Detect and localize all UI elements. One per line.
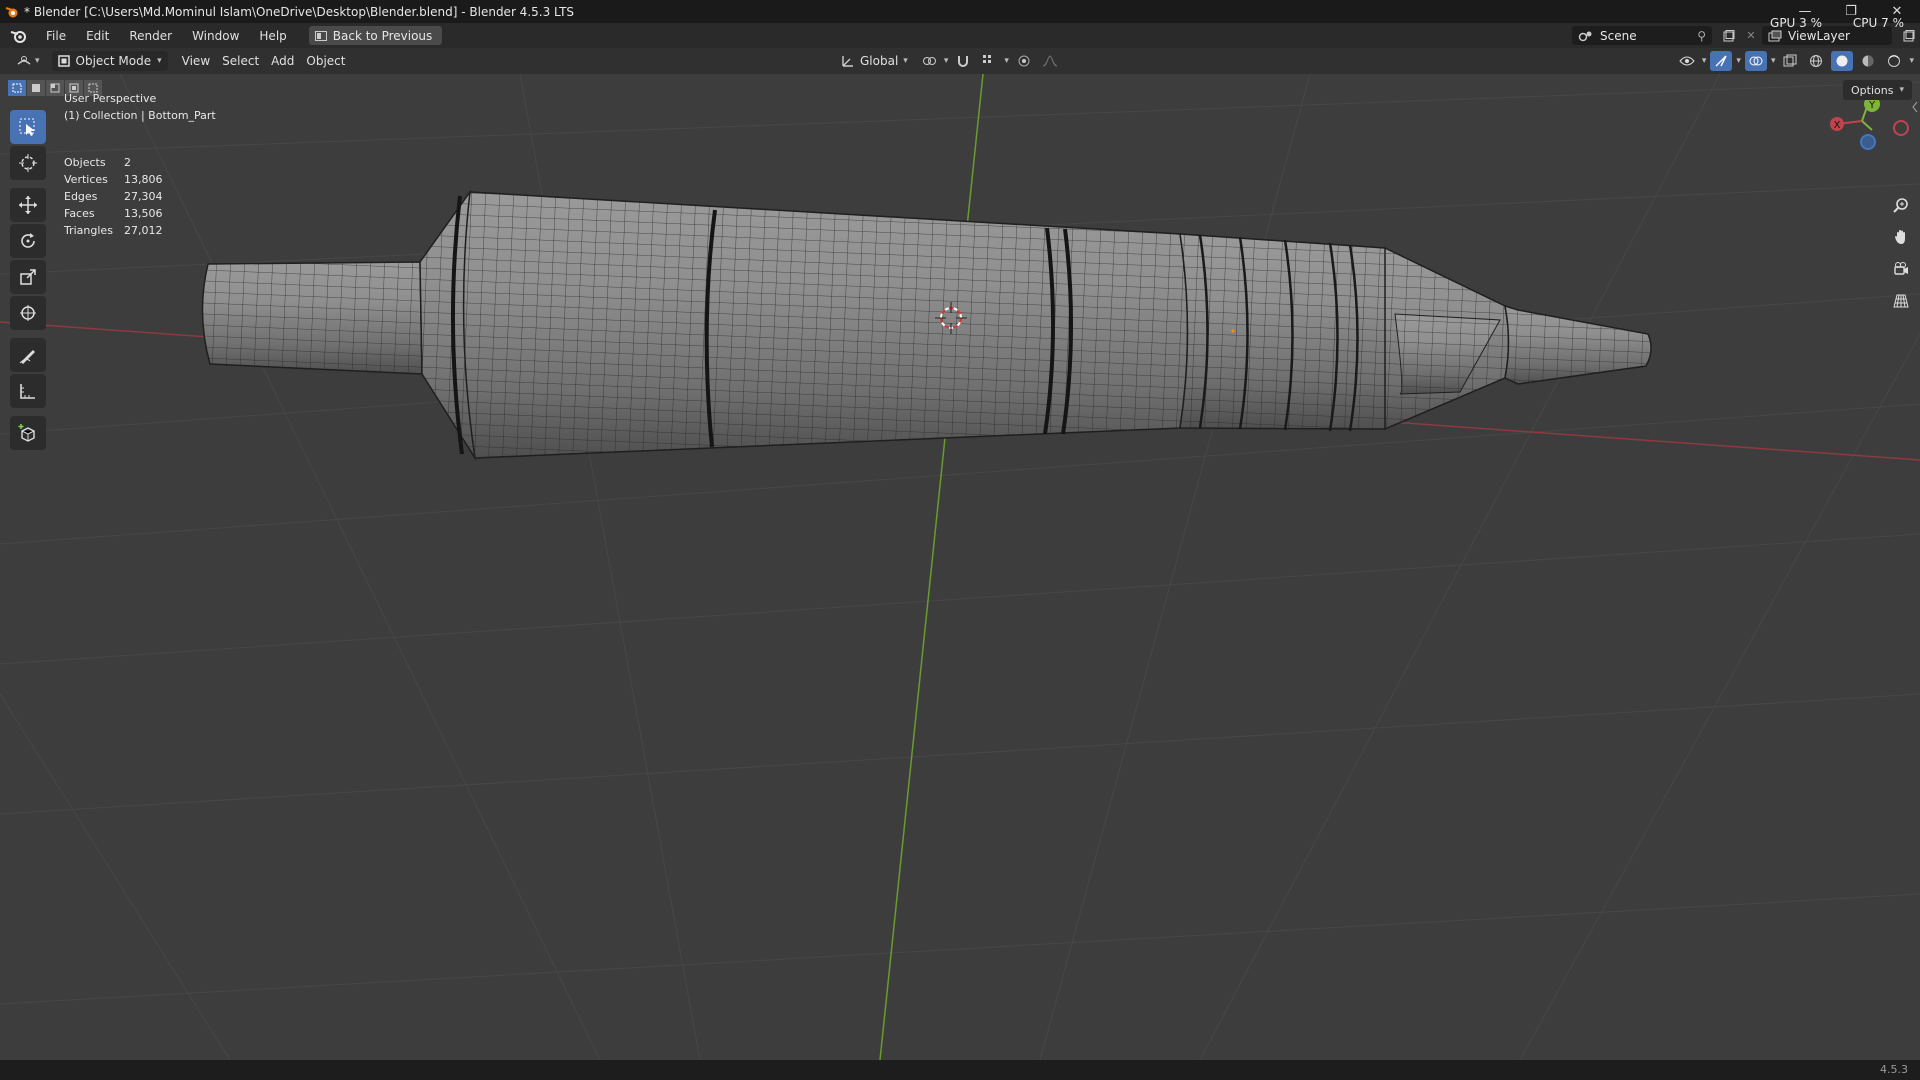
material-shading-icon[interactable]: [1857, 51, 1879, 71]
scene-icon: [1578, 31, 1592, 41]
snap-toggle-icon[interactable]: [952, 51, 974, 71]
stat-value: 2: [124, 156, 131, 169]
transform-orientation-label: Global: [860, 54, 899, 68]
status-bar: 4.5.3: [0, 1060, 1920, 1080]
stat-label: Edges: [64, 190, 98, 203]
object-origin: [1231, 329, 1235, 333]
tool-shelf: [10, 110, 46, 450]
snap-target-icon[interactable]: [978, 51, 1000, 71]
object-mode-dropdown[interactable]: Object Mode ▾: [51, 51, 168, 71]
cursor-tool[interactable]: [10, 146, 46, 180]
wireframe-shading-icon[interactable]: [1805, 51, 1827, 71]
menu-edit[interactable]: Edit: [76, 23, 119, 48]
viewport-header: ▾ Object Mode ▾ View Select Add Object G…: [0, 48, 1920, 74]
select-box-tool[interactable]: [10, 110, 46, 144]
viewport-scene: Y X: [0, 74, 1920, 1060]
gizmo-x-label: X: [1834, 120, 1841, 131]
menu-add[interactable]: Add: [265, 51, 300, 71]
options-dropdown[interactable]: Options ▾: [1843, 80, 1912, 100]
annotate-tool[interactable]: [10, 338, 46, 372]
scene-statistics: Objects 2 Vertices 13,806 Edges 27,304 Face…: [64, 154, 163, 239]
stat-value: 27,304: [124, 190, 163, 203]
chevron-down-icon: ▾: [1899, 85, 1904, 95]
back-to-previous-label: Back to Previous: [332, 28, 433, 43]
view-layer-name: ViewLayer: [1788, 28, 1850, 43]
menu-help[interactable]: Help: [249, 23, 296, 48]
falloff-icon[interactable]: [1039, 51, 1061, 71]
stat-label: Faces: [64, 207, 95, 220]
stat-label: Vertices: [64, 173, 108, 186]
camera-view-icon[interactable]: [1888, 256, 1914, 282]
pin-icon[interactable]: ⚲: [1697, 29, 1706, 43]
overlays-toggle-icon[interactable]: [1744, 51, 1767, 71]
gizmo-z-axis[interactable]: [1860, 134, 1876, 150]
gpu-usage: GPU 3 %: [1770, 16, 1822, 30]
back-icon: [314, 30, 327, 41]
object-mode-label: Object Mode: [75, 54, 152, 68]
collection-label: (1) Collection | Bottom_Part: [64, 109, 216, 122]
select-extend-icon[interactable]: [27, 80, 45, 96]
stat-label: Triangles: [64, 224, 113, 237]
stat-value: 13,806: [124, 173, 163, 186]
stat-label: Objects: [64, 156, 106, 169]
stat-value: 27,012: [124, 224, 163, 237]
pivot-point-icon[interactable]: [918, 51, 940, 71]
perspective-label: User Perspective: [64, 92, 157, 105]
blender-logo-icon: [0, 0, 24, 23]
scale-tool[interactable]: [10, 260, 46, 294]
new-scene-icon[interactable]: [1718, 26, 1740, 46]
add-cube-tool[interactable]: [10, 416, 46, 450]
gizmo-toggle-icon[interactable]: [1710, 51, 1733, 71]
options-label: Options: [1851, 83, 1894, 97]
select-new-icon[interactable]: [8, 80, 26, 96]
navigation-tools: [1888, 192, 1914, 314]
menu-window[interactable]: Window: [182, 23, 249, 48]
perspective-toggle-icon[interactable]: [1888, 288, 1914, 314]
window-title-bar: * Blender [C:\Users\Md.Mominul Islam\One…: [0, 0, 1920, 23]
scene-selector[interactable]: Scene ⚲: [1572, 26, 1712, 45]
gizmo-y-label: Y: [1868, 100, 1876, 111]
menu-file[interactable]: File: [36, 23, 76, 48]
object-mode-icon: [57, 55, 70, 67]
move-tool[interactable]: [10, 188, 46, 222]
window-title: * Blender [C:\Users\Md.Mominul Islam\One…: [24, 4, 575, 19]
rotate-tool[interactable]: [10, 224, 46, 258]
stat-value: 13,506: [124, 207, 163, 220]
blender-version: 4.5.3: [1880, 1063, 1908, 1076]
proportional-editing-icon[interactable]: [1013, 51, 1035, 71]
transform-tool[interactable]: [10, 296, 46, 330]
zoom-icon[interactable]: [1888, 192, 1914, 218]
menu-select[interactable]: Select: [216, 51, 265, 71]
navigation-gizmo[interactable]: Y X: [1830, 96, 1909, 150]
view-layer-icon: [1768, 30, 1782, 41]
xray-toggle-icon[interactable]: [1779, 51, 1801, 71]
delete-scene-icon[interactable]: ✕: [1740, 26, 1762, 46]
cpu-usage: CPU 7 %: [1852, 16, 1904, 30]
3d-viewport-icon: [17, 56, 31, 65]
sidebar-toggle-icon[interactable]: [1912, 100, 1918, 114]
transform-orientation-dropdown[interactable]: Global ▾: [835, 51, 914, 71]
blender-menu-icon[interactable]: [0, 23, 36, 48]
rendered-shading-icon[interactable]: [1883, 51, 1905, 71]
orientation-icon: [842, 56, 853, 67]
gizmo-neg-x-axis[interactable]: [1893, 120, 1909, 136]
menu-view[interactable]: View: [176, 51, 216, 71]
3d-viewport[interactable]: Y X User Perspective (1) Collection | Bo…: [0, 74, 1920, 1060]
editor-type-selector[interactable]: ▾: [10, 51, 46, 71]
select-subtract-icon[interactable]: [46, 80, 64, 96]
visibility-icon[interactable]: [1676, 51, 1698, 71]
scene-name: Scene: [1600, 28, 1637, 43]
pan-hand-icon[interactable]: [1888, 224, 1914, 250]
viewport-info: User Perspective (1) Collection | Bottom…: [64, 90, 216, 124]
back-to-previous-button[interactable]: Back to Previous: [308, 26, 443, 45]
top-menu-bar: File Edit Render Window Help Back to Pre…: [0, 16, 1920, 48]
mesh-object-bottom-part[interactable]: [201, 189, 1652, 461]
menu-render[interactable]: Render: [119, 23, 182, 48]
measure-tool[interactable]: [10, 374, 46, 408]
menu-object[interactable]: Object: [300, 51, 351, 71]
solid-shading-icon[interactable]: [1831, 51, 1854, 71]
